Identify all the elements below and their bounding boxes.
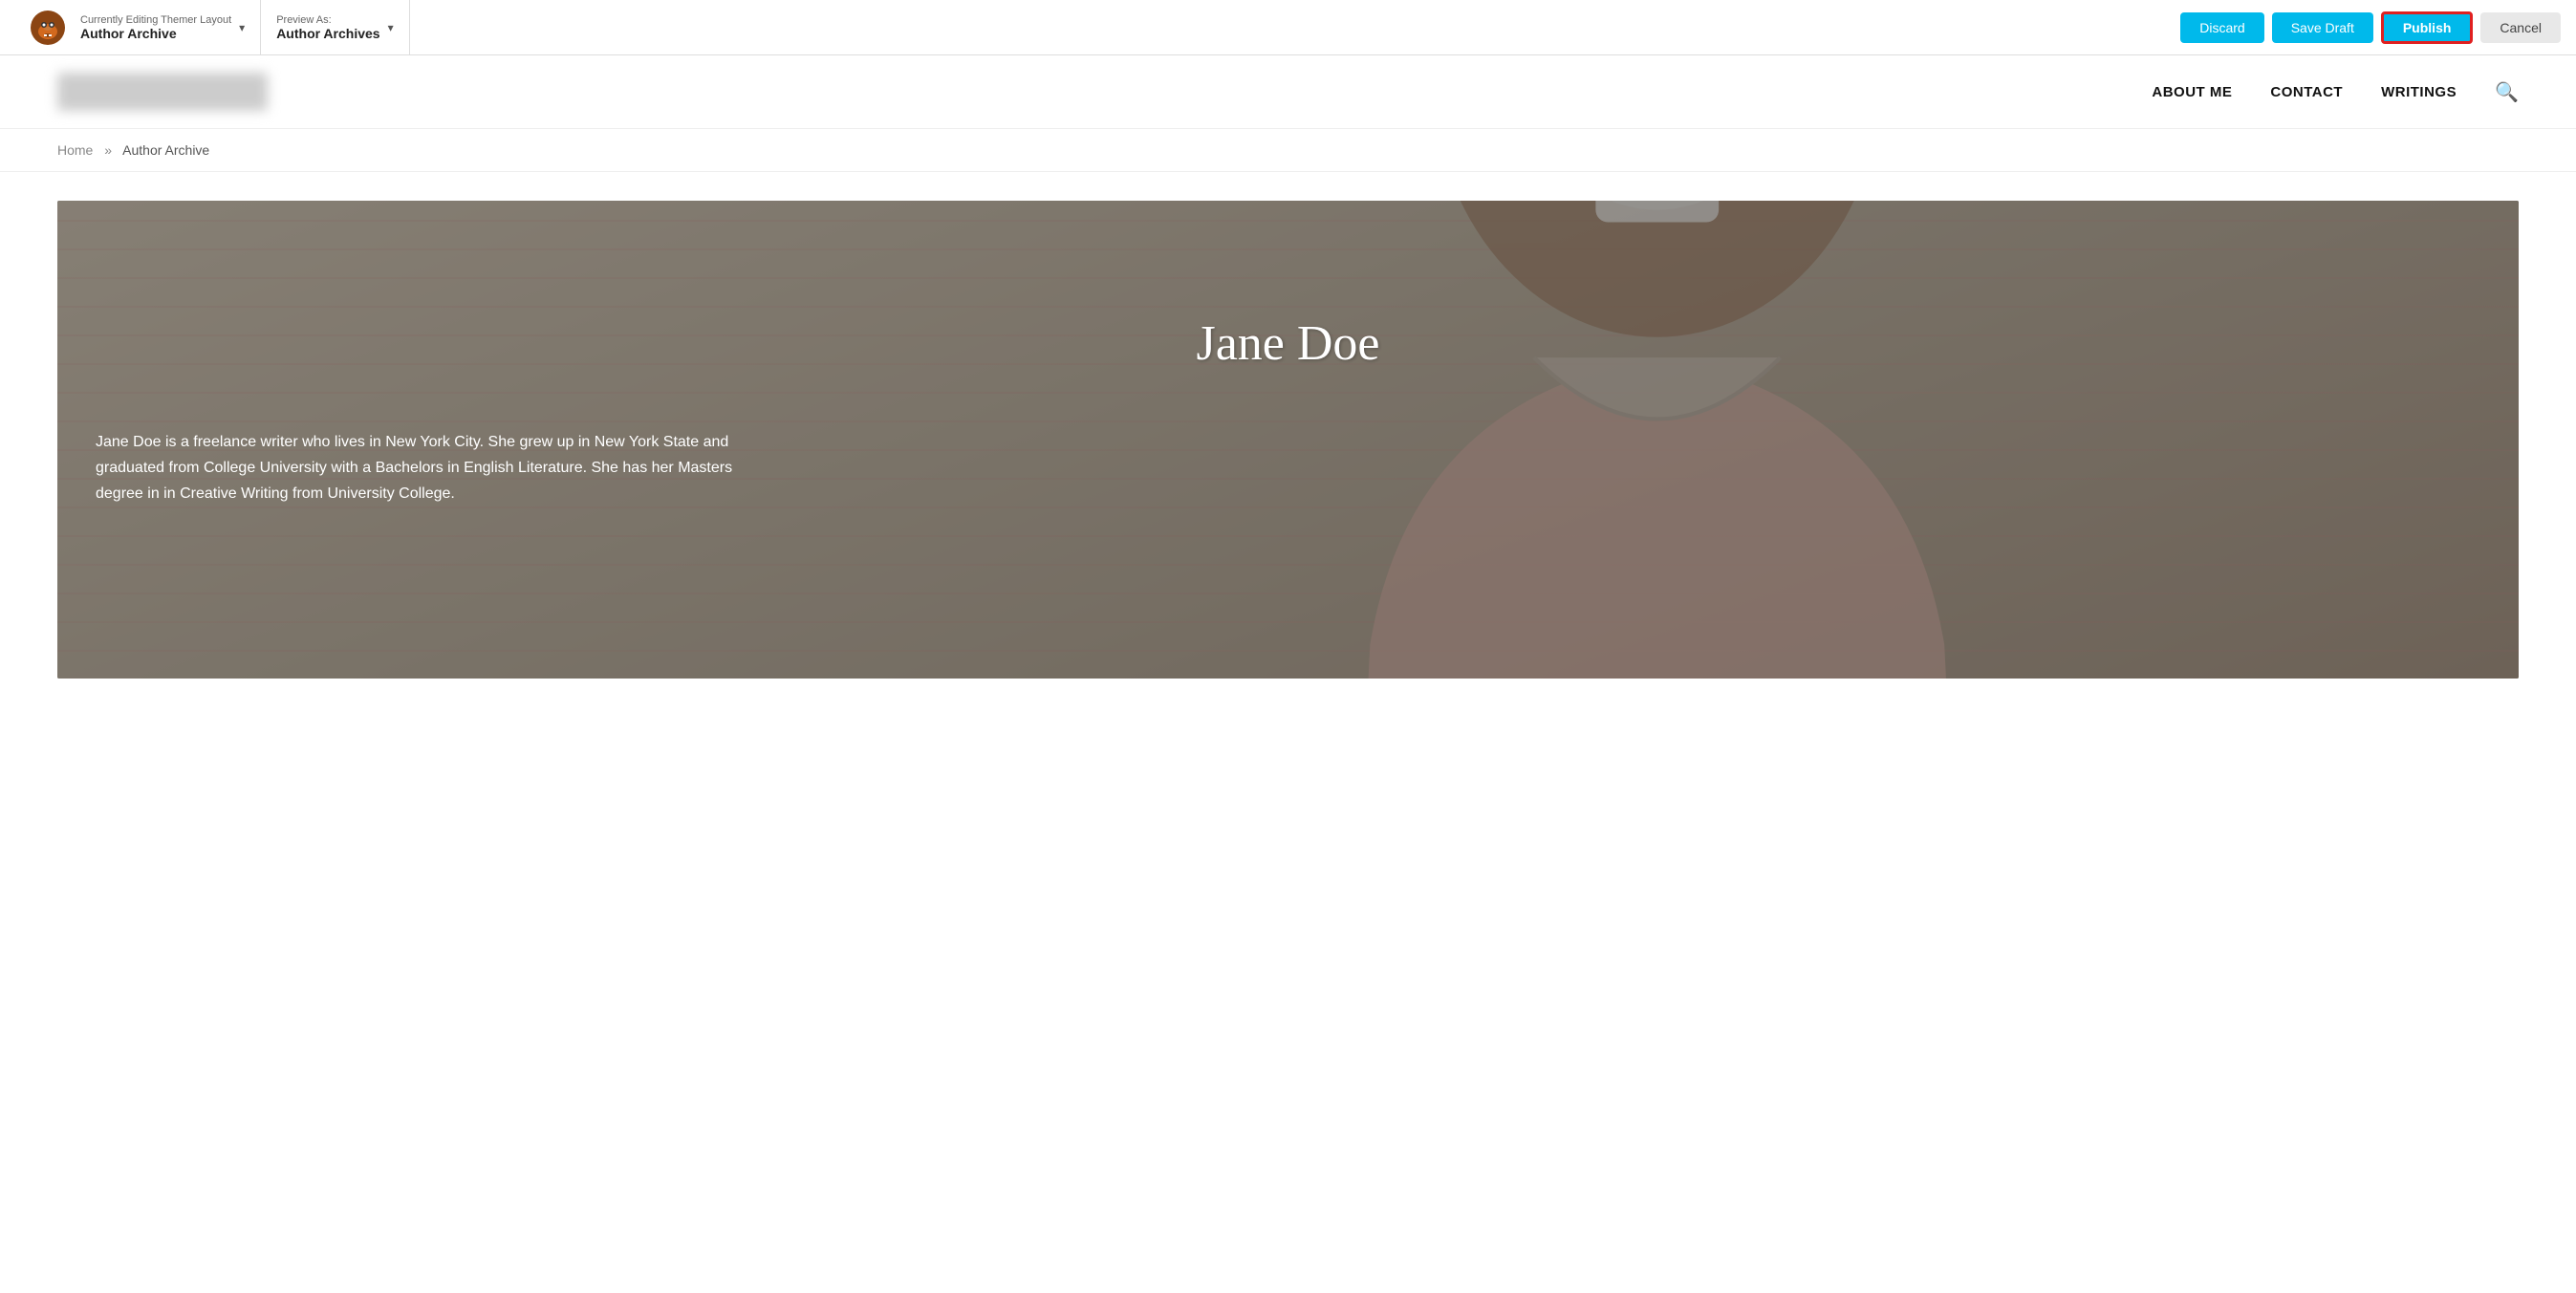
- breadcrumb-separator: »: [104, 142, 112, 158]
- admin-bar: Currently Editing Themer Layout Author A…: [0, 0, 2576, 55]
- preview-title: Author Archives: [276, 26, 379, 41]
- breadcrumb-home[interactable]: Home: [57, 142, 93, 158]
- preview-section: Preview As: Author Archives ▾: [261, 0, 409, 54]
- discard-button[interactable]: Discard: [2180, 12, 2263, 43]
- hero-section: Jane Doe Jane Doe is a freelance writer …: [57, 201, 2519, 679]
- editing-info: Currently Editing Themer Layout Author A…: [80, 14, 231, 41]
- nav-link-contact[interactable]: CONTACT: [2270, 84, 2343, 100]
- editing-title: Author Archive: [80, 26, 231, 41]
- breadcrumb-current: Author Archive: [122, 142, 209, 158]
- nav-links: ABOUT ME CONTACT WRITINGS 🔍: [2152, 80, 2519, 104]
- preview-info: Preview As: Author Archives: [276, 14, 379, 41]
- editing-dropdown-icon[interactable]: ▾: [239, 21, 245, 34]
- admin-bar-actions: Discard Save Draft Publish Cancel: [2180, 11, 2561, 44]
- hero-content: Jane Doe Jane Doe is a freelance writer …: [57, 201, 2519, 546]
- site-preview: ABOUT ME CONTACT WRITINGS 🔍 Home » Autho…: [0, 55, 2576, 679]
- site-nav: ABOUT ME CONTACT WRITINGS 🔍: [0, 55, 2576, 129]
- nav-link-about[interactable]: ABOUT ME: [2152, 84, 2232, 100]
- save-draft-button[interactable]: Save Draft: [2272, 12, 2373, 43]
- site-logo-blurred: [57, 73, 268, 111]
- hero-name: Jane Doe: [57, 315, 2519, 372]
- search-icon[interactable]: 🔍: [2495, 80, 2519, 104]
- breadcrumb: Home » Author Archive: [0, 129, 2576, 172]
- logo-area: [31, 11, 80, 45]
- editing-label: Currently Editing Themer Layout: [80, 14, 231, 26]
- hero-bio: Jane Doe is a freelance writer who lives…: [57, 372, 822, 546]
- beaver-logo-icon: [31, 11, 65, 45]
- publish-button[interactable]: Publish: [2381, 11, 2474, 44]
- nav-link-writings[interactable]: WRITINGS: [2381, 84, 2457, 100]
- preview-dropdown-icon[interactable]: ▾: [388, 21, 394, 34]
- preview-label: Preview As:: [276, 14, 379, 26]
- cancel-button[interactable]: Cancel: [2480, 12, 2561, 43]
- editing-section: Currently Editing Themer Layout Author A…: [15, 0, 261, 54]
